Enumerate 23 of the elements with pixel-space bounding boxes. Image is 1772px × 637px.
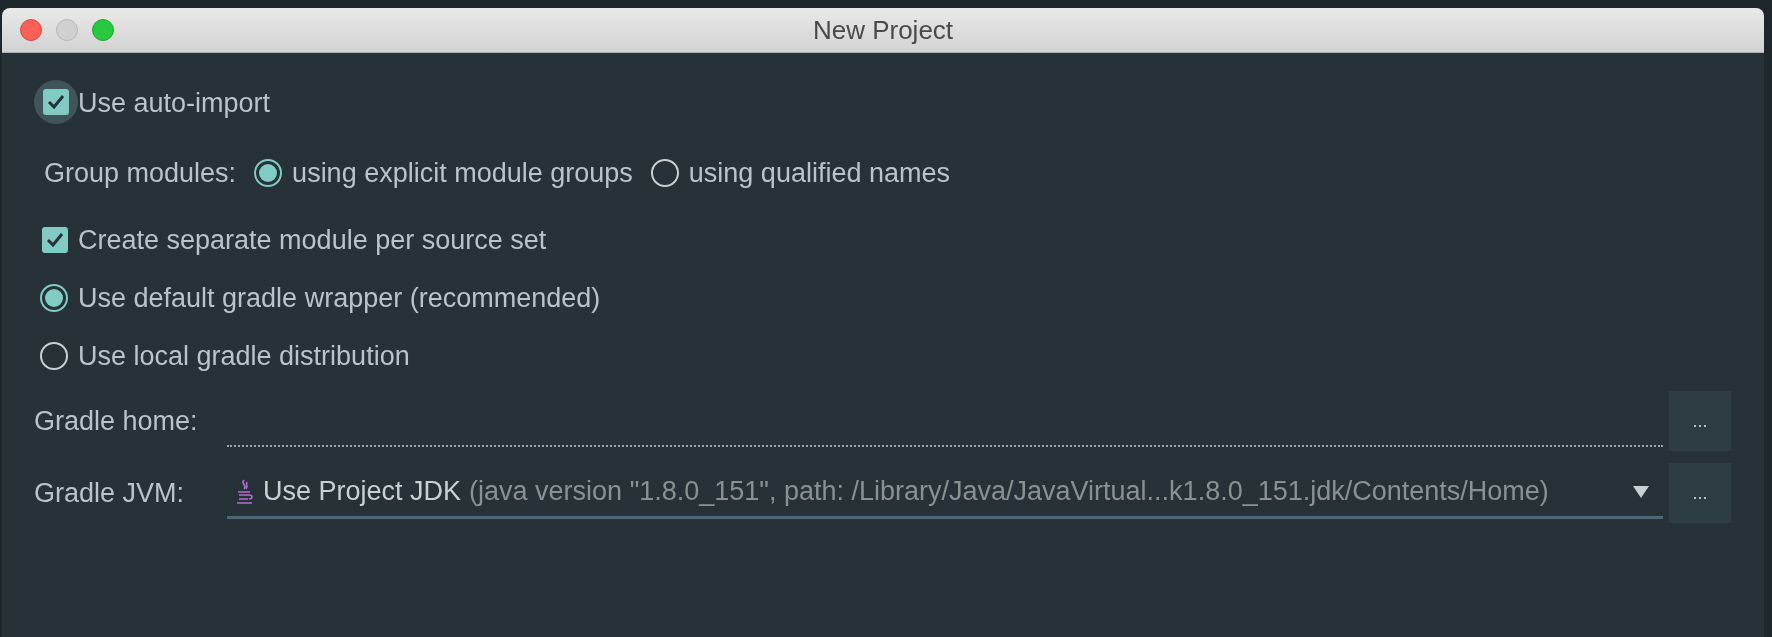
field-label: Gradle JVM: [34, 477, 186, 509]
radio-label: Use local gradle distribution [78, 340, 410, 372]
radio-label: Use default gradle wrapper (recommended) [78, 282, 601, 314]
radio-button[interactable] [40, 342, 68, 370]
radio-label: using qualified names [688, 157, 950, 189]
checkbox-label: Create separate module per source set [78, 224, 547, 256]
jdk-dropdown[interactable]: Use Project JDK (java version "1.8.0_151", path: /Library/Java/JavaVirtual...k1.8.0_151.jdk/Contents/Home) [227, 467, 1663, 519]
checkbox[interactable] [42, 227, 68, 253]
close-button[interactable] [20, 19, 42, 41]
browse-button[interactable]: ... [1669, 463, 1731, 523]
radio-button[interactable] [650, 159, 679, 187]
coffee-cup-icon [235, 477, 255, 506]
checkbox-label: Use auto-import [78, 87, 271, 119]
group-label: Group modules: [44, 157, 237, 189]
window-title: New Project [812, 14, 954, 46]
checkmark-icon [46, 232, 64, 248]
radio-button[interactable] [254, 159, 283, 187]
radio-button[interactable] [40, 284, 68, 312]
dropdown-arrow-icon [1633, 485, 1649, 498]
radio-label: using explicit module groups [292, 157, 633, 189]
field-label: Gradle home: [34, 405, 199, 437]
checkbox[interactable] [43, 89, 69, 115]
checkmark-icon [47, 94, 65, 110]
